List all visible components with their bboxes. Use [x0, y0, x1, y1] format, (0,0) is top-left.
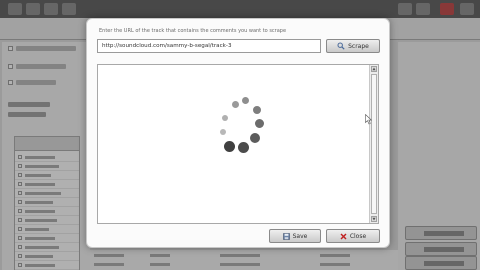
- scrape-button-label: Scrape: [348, 42, 369, 50]
- track-url-input[interactable]: [97, 39, 321, 53]
- magnifier-icon: [337, 42, 345, 50]
- close-button-label: Close: [349, 232, 367, 240]
- scrollbar-thumb[interactable]: [371, 74, 377, 214]
- close-button[interactable]: Close: [326, 229, 380, 243]
- mouse-pointer-icon: [365, 110, 373, 129]
- vertical-scrollbar[interactable]: [369, 65, 378, 223]
- scroll-up-arrow-icon[interactable]: [371, 66, 377, 72]
- comments-area: [97, 64, 379, 224]
- scrape-dialog: Enter the URL of the track that contains…: [86, 18, 390, 248]
- scrape-button[interactable]: Scrape: [326, 39, 380, 53]
- close-x-icon: [340, 233, 347, 240]
- save-button-label: Save: [292, 232, 308, 240]
- loading-spinner-icon: [204, 97, 284, 177]
- scroll-down-arrow-icon[interactable]: [371, 216, 377, 222]
- save-button[interactable]: Save: [269, 229, 321, 243]
- save-icon: [282, 232, 290, 240]
- dialog-instruction: Enter the URL of the track that contains…: [99, 28, 287, 34]
